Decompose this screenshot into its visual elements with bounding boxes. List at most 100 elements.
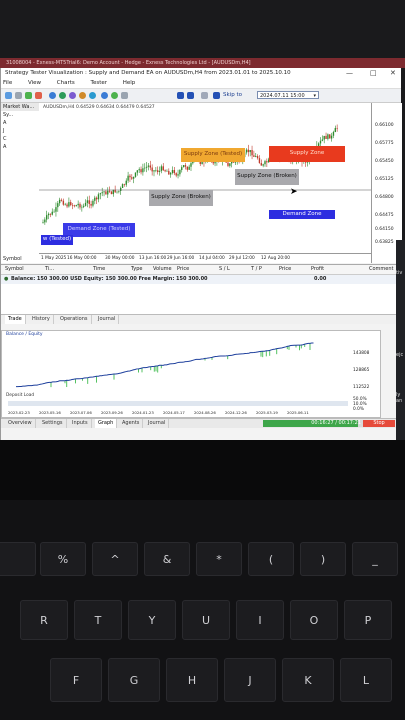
tab-journal-tester[interactable]: Journal: [145, 419, 170, 428]
skip-to-date-input[interactable]: 2024.07.11 15:00 ▾: [257, 91, 319, 99]
candle-body: [186, 166, 188, 170]
step-forward-icon[interactable]: [213, 92, 220, 99]
balance-line: [15, 342, 314, 388]
graph-x-axis: 2023.02.23 2023.05.16 2023.07.06 2023.09.26…: [8, 410, 348, 417]
tab-overview[interactable]: Overview: [5, 419, 36, 428]
background-window-edge: tiv ejc ly an: [396, 240, 405, 440]
candle-body: [251, 149, 253, 156]
candle-body: [264, 161, 266, 165]
market-watch-item[interactable]: A: [1, 119, 39, 127]
zone-label: Demand Zone: [282, 210, 322, 217]
candle-body: [142, 168, 144, 173]
graph-y-tick: 143808: [353, 351, 370, 356]
tab-agents[interactable]: Agents: [119, 419, 144, 428]
deposit-load-band: [8, 401, 348, 406]
calendar-dropdown-icon[interactable]: ▾: [313, 92, 316, 100]
col-type[interactable]: Type: [131, 265, 142, 274]
tab-journal[interactable]: Journal: [95, 315, 120, 324]
supply-zone-tested[interactable]: Supply Zone (Tested): [181, 148, 245, 162]
candle-body: [140, 169, 142, 173]
demand-zone-tested[interactable]: Demand Zone (Tested): [63, 223, 135, 237]
candle-body: [134, 172, 137, 177]
market-watch-item[interactable]: J: [1, 127, 39, 135]
market-watch-item[interactable]: A: [1, 143, 39, 151]
play-icon[interactable]: [177, 92, 184, 99]
col-sl[interactable]: S / L: [219, 265, 230, 274]
template-icon[interactable]: [79, 92, 86, 99]
price-chart[interactable]: AUDUSDm,H4 0.64529 0.64634 0.64479 0.645…: [39, 103, 402, 263]
tab-history[interactable]: History: [29, 315, 54, 324]
price-axis: 0.66100 0.65775 0.65450 0.65125 0.64800 …: [371, 103, 402, 263]
candle-body: [175, 173, 177, 176]
candle-body: [131, 177, 133, 179]
tab-graph[interactable]: Graph: [95, 419, 118, 428]
menu-tester[interactable]: Tester: [91, 80, 107, 86]
stop-button[interactable]: Stop: [363, 420, 395, 427]
objects-icon[interactable]: [89, 92, 96, 99]
menu-help[interactable]: Help: [123, 80, 136, 86]
candle-body: [256, 156, 259, 159]
menu-view[interactable]: View: [28, 80, 41, 86]
candle-body: [132, 176, 135, 179]
zoom-out-icon[interactable]: [35, 92, 42, 99]
col-price[interactable]: Price: [177, 265, 189, 274]
demand-zone-left[interactable]: w (Tested): [41, 235, 73, 245]
balance-graph[interactable]: Balance / Equity 143808 128865 112522 De…: [1, 330, 381, 418]
grid-icon[interactable]: [121, 92, 128, 99]
balance-row[interactable]: ● Balance: 150 300.00 USD Equity: 150 30…: [1, 275, 401, 284]
pause-icon[interactable]: [187, 92, 194, 99]
col-ticket[interactable]: Ti...: [45, 265, 54, 274]
col-volume[interactable]: Volume: [153, 265, 172, 274]
maximize-button[interactable]: □: [370, 68, 377, 79]
candle-body: [160, 166, 163, 171]
chart-type-icon[interactable]: [59, 92, 66, 99]
candle-body: [166, 170, 168, 172]
candle-body: [162, 166, 164, 171]
close-button[interactable]: ✕: [390, 68, 396, 79]
candle-body: [92, 200, 94, 206]
candle-body: [70, 202, 72, 206]
chart-shift-icon[interactable]: [111, 92, 118, 99]
menu-charts[interactable]: Charts: [57, 80, 75, 86]
indicators-icon[interactable]: [69, 92, 76, 99]
keyboard-key: O: [290, 600, 338, 640]
keyboard-key: F: [50, 658, 102, 702]
crosshair-icon[interactable]: [15, 92, 22, 99]
tab-settings[interactable]: Settings: [39, 419, 67, 428]
tab-trade[interactable]: Trade: [5, 315, 26, 324]
candle-body: [112, 189, 114, 195]
candle-body: [120, 187, 122, 191]
zoom-in-icon[interactable]: [25, 92, 32, 99]
tab-inputs[interactable]: Inputs: [69, 419, 92, 428]
time-tick: 16 May 00:00: [67, 256, 97, 261]
market-watch-item[interactable]: C: [1, 135, 39, 143]
col-symbol[interactable]: Symbol: [5, 265, 24, 274]
new-chart-icon[interactable]: [5, 92, 12, 99]
col-profit[interactable]: Profit: [311, 265, 324, 274]
col-time[interactable]: Time: [93, 265, 105, 274]
speed-slider-icon[interactable]: [201, 92, 208, 99]
menu-file[interactable]: File: [3, 80, 12, 86]
col-tp[interactable]: T / P: [251, 265, 262, 274]
candle-body: [336, 128, 338, 129]
skip-to-button[interactable]: Skip to: [223, 91, 242, 100]
minimize-button[interactable]: —: [346, 68, 353, 79]
candle-body: [105, 191, 107, 195]
zone-label: Demand Zone (Tested): [67, 226, 131, 233]
col-comment[interactable]: Comment: [369, 265, 394, 274]
candle-body: [330, 135, 333, 139]
supply-zone[interactable]: Supply Zone: [269, 146, 345, 162]
tab-operations[interactable]: Operations: [57, 315, 92, 324]
keyboard-key: L: [340, 658, 392, 702]
market-watch-item[interactable]: Sy...: [1, 111, 39, 119]
autoscroll-icon[interactable]: [101, 92, 108, 99]
col-current-price[interactable]: Price: [279, 265, 291, 274]
candle-body: [44, 219, 46, 223]
keyboard-key: ^: [92, 542, 138, 576]
supply-zone-broken-mid[interactable]: Supply Zone (Broken): [149, 190, 213, 206]
period-icon[interactable]: [49, 92, 56, 99]
candle-body: [73, 205, 76, 207]
candle-body: [144, 167, 146, 169]
demand-zone-right[interactable]: Demand Zone: [269, 210, 335, 219]
supply-zone-broken-right[interactable]: Supply Zone (Broken): [235, 169, 299, 185]
